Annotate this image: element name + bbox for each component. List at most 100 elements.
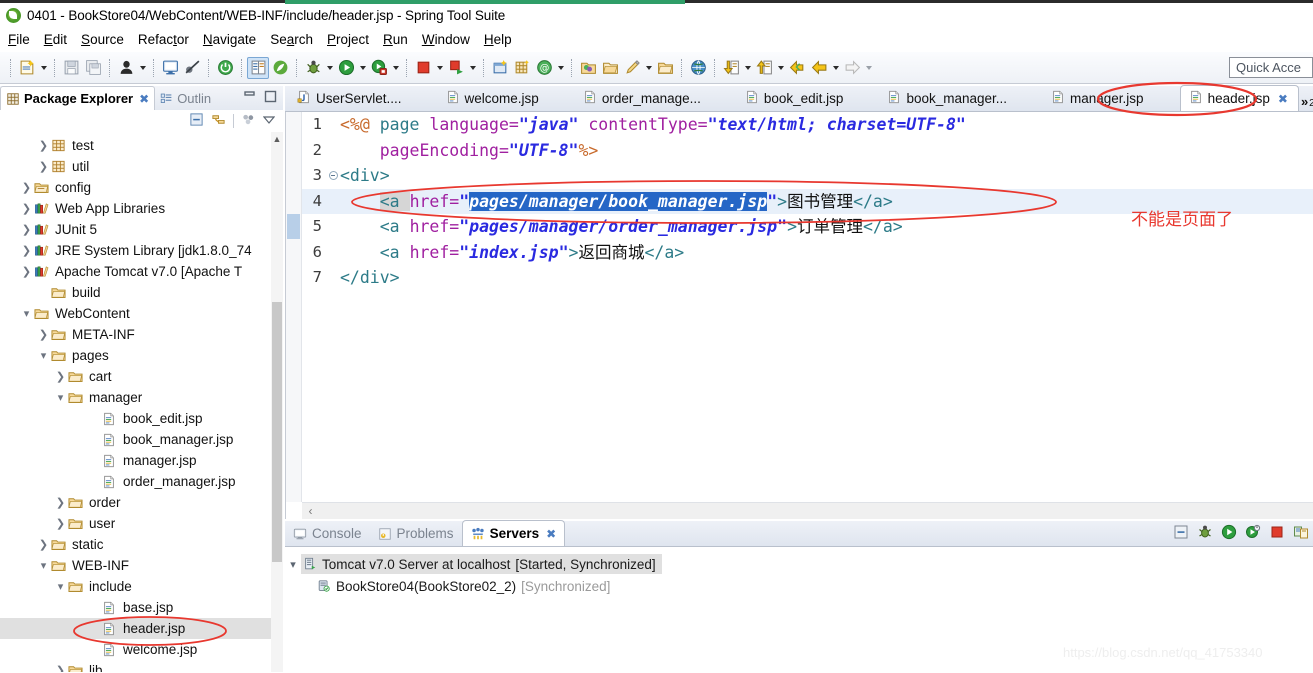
- code-content[interactable]: 1 <%@ page language="java" contentType="…: [302, 112, 1313, 291]
- tree-item-junit-5[interactable]: ❯ JUnit 5: [0, 219, 283, 240]
- pencil-icon[interactable]: [621, 57, 643, 79]
- open-type-icon[interactable]: [247, 56, 269, 79]
- new-annotation-icon[interactable]: @: [533, 57, 555, 79]
- stop-relaunch-dropdown-arrow[interactable]: [467, 57, 478, 79]
- tree-item-base-jsp[interactable]: base.jsp: [0, 597, 283, 618]
- tab-servers[interactable]: Servers ✖: [461, 520, 566, 546]
- open-folder-icon[interactable]: [599, 57, 621, 79]
- editor-tab-userservlet[interactable]: UserServlet....: [285, 86, 412, 111]
- chevron-right-icon[interactable]: ❯: [36, 328, 51, 341]
- view-menu-arrow-icon[interactable]: [262, 114, 276, 129]
- tree-item-order-manager-jsp[interactable]: order_manager.jsp: [0, 471, 283, 492]
- fold-marker[interactable]: [326, 171, 340, 181]
- chevron-down-icon[interactable]: ▾: [36, 349, 51, 362]
- run-external-dropdown-arrow[interactable]: [390, 57, 401, 79]
- run-icon[interactable]: [335, 57, 357, 79]
- new-wizard-dropdown-arrow[interactable]: [38, 57, 49, 79]
- project-tree[interactable]: ❯ test ❯ util ❯ config ❯ Web App Libraries ❯ JUni…: [0, 132, 283, 672]
- chevron-right-icon[interactable]: ❯: [53, 517, 68, 530]
- tree-item-cart[interactable]: ❯ cart: [0, 366, 283, 387]
- open-file-icon[interactable]: [577, 57, 599, 79]
- run-external-icon[interactable]: [368, 57, 390, 79]
- debug-icon[interactable]: [302, 57, 324, 79]
- chevron-down-icon[interactable]: ▾: [36, 559, 51, 572]
- tree-item-user[interactable]: ❯ user: [0, 513, 283, 534]
- close-icon[interactable]: ✖: [139, 92, 149, 106]
- menu-edit[interactable]: Edit: [44, 32, 67, 47]
- next-annotation-dropdown-arrow[interactable]: [775, 57, 786, 79]
- tree-item-header-jsp[interactable]: header.jsp: [0, 618, 283, 639]
- chevron-down-icon[interactable]: ▾: [53, 580, 68, 593]
- new-java-project-icon[interactable]: [489, 57, 511, 79]
- tree-item-web-app-libraries[interactable]: ❯ Web App Libraries: [0, 198, 283, 219]
- open-perspective-icon[interactable]: [654, 57, 676, 79]
- server-list[interactable]: ▾ Tomcat v7.0 Server at localhost [Start…: [285, 547, 1313, 597]
- tree-item-include[interactable]: ▾ include: [0, 576, 283, 597]
- tree-item-static[interactable]: ❯ static: [0, 534, 283, 555]
- tree-item-manager-jsp[interactable]: manager.jsp: [0, 450, 283, 471]
- tree-item-build[interactable]: build: [0, 282, 283, 303]
- chevron-right-icon[interactable]: ❯: [19, 181, 34, 194]
- collapse-all-icon[interactable]: [189, 112, 204, 130]
- tree-item-config[interactable]: ❯ config: [0, 177, 283, 198]
- skip-breakpoints-icon[interactable]: [181, 57, 203, 79]
- tab-outline[interactable]: Outlin: [155, 86, 216, 110]
- tree-item-webcontent[interactable]: ▾ WebContent: [0, 303, 283, 324]
- minimize-icon[interactable]: [243, 90, 256, 106]
- debug-server-icon[interactable]: [1197, 524, 1213, 543]
- tree-item-order[interactable]: ❯ order: [0, 492, 283, 513]
- menu-run[interactable]: Run: [383, 32, 408, 47]
- tree-scroll-thumb[interactable]: [272, 302, 282, 562]
- scroll-up-icon[interactable]: ▲: [272, 132, 282, 146]
- server-row[interactable]: ▾ Tomcat v7.0 Server at localhost [Start…: [285, 553, 1313, 575]
- forward-dropdown-arrow[interactable]: [863, 57, 874, 79]
- chevron-right-icon[interactable]: ❯: [36, 160, 51, 173]
- maximize-icon[interactable]: [264, 90, 277, 106]
- start-server-icon[interactable]: [1221, 524, 1237, 543]
- save-all-icon[interactable]: [82, 57, 104, 79]
- more-tabs-button[interactable]: » 25: [1299, 86, 1313, 111]
- new-wizard-icon[interactable]: [16, 57, 38, 79]
- boot-dashboard-icon[interactable]: [115, 57, 137, 79]
- selected-href-value[interactable]: pages/manager/book_manager.jsp: [469, 191, 768, 211]
- chevron-down-icon[interactable]: ▾: [53, 391, 68, 404]
- back-dropdown-arrow[interactable]: [830, 57, 841, 79]
- chevron-down-icon[interactable]: ▾: [19, 307, 34, 320]
- tree-item-util[interactable]: ❯ util: [0, 156, 283, 177]
- save-icon[interactable]: [60, 57, 82, 79]
- chevron-right-icon[interactable]: ❯: [19, 202, 34, 215]
- new-package-icon[interactable]: [511, 57, 533, 79]
- run-dropdown-arrow[interactable]: [357, 57, 368, 79]
- close-icon[interactable]: ✖: [546, 527, 556, 541]
- editor-tab-header-jsp[interactable]: header.jsp ✖: [1179, 85, 1299, 111]
- tree-item-apache-tomcat-v7-0-apache-t[interactable]: ❯ Apache Tomcat v7.0 [Apache T: [0, 261, 283, 282]
- publish-server-icon[interactable]: [1293, 524, 1309, 543]
- collapse-fold-icon[interactable]: [328, 171, 338, 181]
- menu-window[interactable]: Window: [422, 32, 470, 47]
- tree-item-pages[interactable]: ▾ pages: [0, 345, 283, 366]
- tree-item-meta-inf[interactable]: ❯ META-INF: [0, 324, 283, 345]
- tab-package-explorer[interactable]: Package Explorer ✖: [0, 86, 156, 110]
- terminate-icon[interactable]: [412, 57, 434, 79]
- chevron-right-icon[interactable]: ❯: [19, 265, 34, 278]
- forward-icon[interactable]: [841, 57, 863, 79]
- terminate-dropdown-arrow[interactable]: [434, 57, 445, 79]
- tree-item-book-edit-jsp[interactable]: book_edit.jsp: [0, 408, 283, 429]
- view-menu-dots-icon[interactable]: [241, 112, 256, 130]
- scroll-left-icon[interactable]: ‹: [302, 504, 319, 518]
- stop-server-icon[interactable]: [1269, 524, 1285, 543]
- close-icon[interactable]: ✖: [1278, 92, 1288, 106]
- tree-item-book-manager-jsp[interactable]: book_manager.jsp: [0, 429, 283, 450]
- editor-tab-book-edit-jsp[interactable]: book_edit.jsp: [737, 86, 854, 111]
- new-annotation-dropdown-arrow[interactable]: [555, 57, 566, 79]
- editor-tab-welcome-jsp[interactable]: welcome.jsp: [438, 86, 549, 111]
- tree-item-jre-system-library-jdk1-8-0-74[interactable]: ❯ JRE System Library [jdk1.8.0_74: [0, 240, 283, 261]
- editor-horizontal-scrollbar[interactable]: ‹: [302, 502, 1313, 519]
- tree-item-web-inf[interactable]: ▾ WEB-INF: [0, 555, 283, 576]
- tree-item-lib[interactable]: ❯ lib: [0, 660, 283, 672]
- back-icon[interactable]: [786, 57, 808, 79]
- menu-help[interactable]: Help: [484, 32, 512, 47]
- menu-search[interactable]: Search: [270, 32, 313, 47]
- menu-file[interactable]: File: [8, 32, 30, 47]
- tree-item-manager[interactable]: ▾ manager: [0, 387, 283, 408]
